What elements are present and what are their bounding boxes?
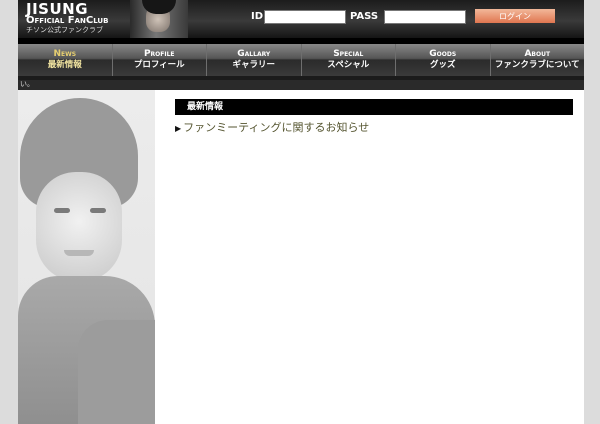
page: JISUNG Official FanClub チソン公式ファンクラブ ID P… bbox=[18, 0, 584, 424]
nav-label-en: About bbox=[524, 49, 551, 59]
ticker-text: い。 bbox=[20, 80, 34, 88]
nav-label-en: Gallary bbox=[237, 49, 271, 59]
portrait-eye-left bbox=[54, 208, 70, 213]
site-header: JISUNG Official FanClub チソン公式ファンクラブ ID P… bbox=[18, 0, 584, 38]
id-input[interactable] bbox=[264, 10, 346, 24]
news-item-link[interactable]: ファンミーティングに関するお知らせ bbox=[183, 121, 369, 134]
nav-label-en: Special bbox=[333, 49, 364, 59]
nav-item-profile[interactable]: Profile プロフィール bbox=[112, 44, 207, 76]
nav-label-en: Goods bbox=[429, 49, 457, 59]
login-button[interactable]: ログイン bbox=[475, 9, 555, 23]
nav-item-news[interactable]: News 最新情報 bbox=[18, 44, 113, 76]
portrait-mouth bbox=[64, 250, 94, 256]
nav-label-jp: プロフィール bbox=[133, 60, 185, 70]
pass-input[interactable] bbox=[384, 10, 466, 24]
nav-item-goods[interactable]: Goods グッズ bbox=[396, 44, 491, 76]
nav-label-jp: スペシャル bbox=[327, 60, 370, 70]
nav-item-special[interactable]: Special スペシャル bbox=[301, 44, 396, 76]
logo-japanese: チソン公式ファンクラブ bbox=[26, 26, 103, 34]
main-nav: News 最新情報 Profile プロフィール Gallary ギャラリー S… bbox=[18, 44, 584, 76]
portrait-image bbox=[18, 90, 155, 424]
header-portrait-image bbox=[130, 0, 188, 38]
nav-label-jp: ファンクラブについて bbox=[494, 60, 580, 70]
triangle-right-icon: ▶ bbox=[175, 124, 182, 133]
ticker-bar: い。 bbox=[18, 80, 584, 90]
portrait-face bbox=[36, 172, 122, 282]
portrait-eye-right bbox=[90, 208, 106, 213]
nav-item-about[interactable]: About ファンクラブについて bbox=[490, 44, 584, 76]
nav-label-jp: グッズ bbox=[429, 60, 456, 70]
nav-item-gallary[interactable]: Gallary ギャラリー bbox=[207, 44, 302, 76]
nav-label-en: Profile bbox=[143, 49, 175, 59]
portrait-scarf-fold bbox=[78, 320, 155, 424]
nav-label-jp: ギャラリー bbox=[232, 60, 275, 70]
pass-label: PASS bbox=[350, 11, 379, 22]
news-section-title: 最新情報 bbox=[187, 102, 224, 112]
nav-label-en: News bbox=[53, 49, 77, 59]
news-item[interactable]: ▶ ファンミーティングに関するお知らせ bbox=[175, 121, 369, 136]
nav-label-jp: 最新情報 bbox=[47, 60, 82, 70]
id-label: ID bbox=[251, 11, 264, 22]
news-section-header: 最新情報 bbox=[175, 99, 573, 115]
